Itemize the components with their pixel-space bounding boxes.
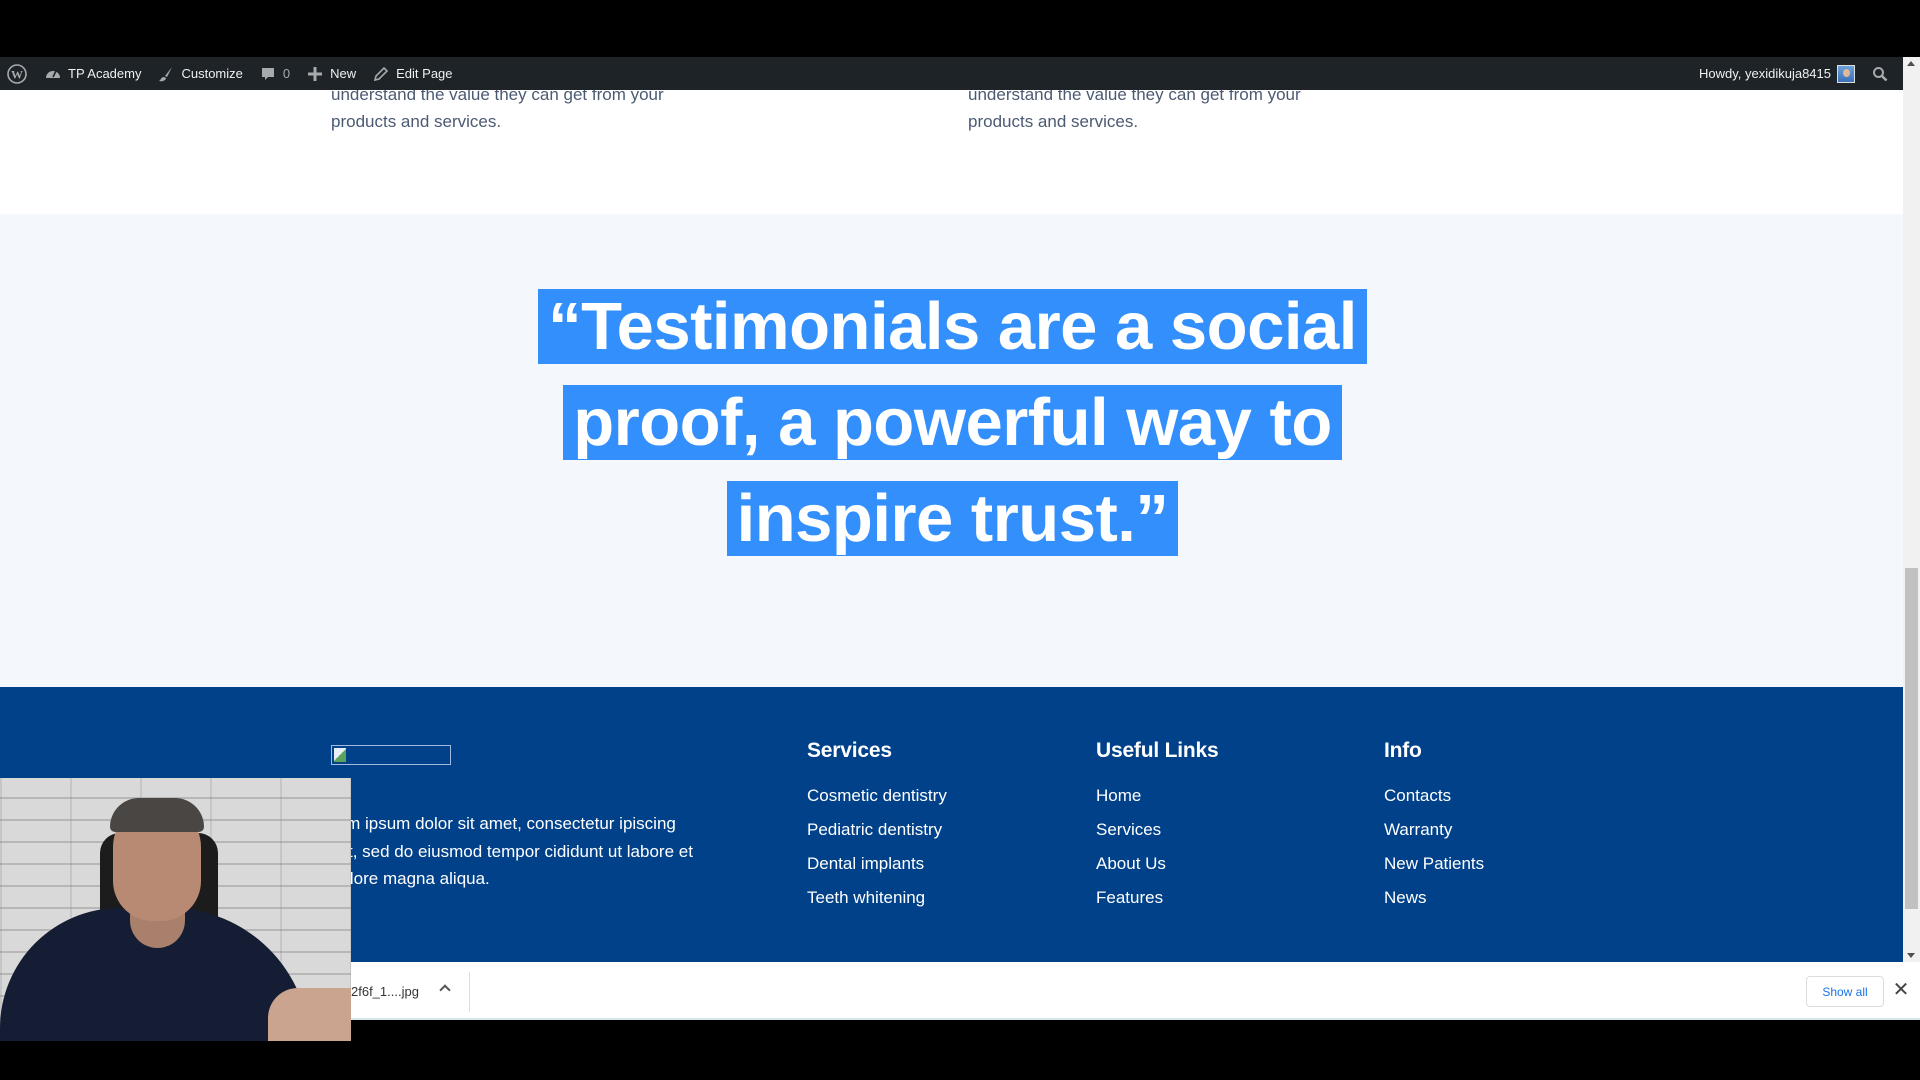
scroll-up-arrow-icon[interactable] — [1907, 61, 1915, 66]
show-all-downloads-button[interactable]: Show all — [1806, 976, 1884, 1007]
footer-link-teeth-whitening[interactable]: Teeth whitening — [807, 881, 947, 915]
footer-logo-broken-image[interactable] — [331, 745, 451, 765]
customize-label: Customize — [181, 66, 243, 81]
footer-link-services[interactable]: Services — [1096, 813, 1218, 847]
scrollbar-thumb[interactable] — [1905, 568, 1918, 909]
new-content-menu[interactable]: New — [298, 57, 364, 90]
footer-link-cosmetic-dentistry[interactable]: Cosmetic dentistry — [807, 779, 947, 813]
webcam-presenter-hair — [110, 798, 204, 832]
download-file-name: 2f6f_1....jpg — [351, 983, 419, 999]
admin-search-button[interactable] — [1863, 57, 1903, 90]
footer-about-text: rem ipsum dolor sit amet, consectetur ip… — [331, 814, 693, 888]
search-icon — [1871, 65, 1889, 83]
howdy-greeting: Howdy, yexidikuja8415 — [1699, 66, 1831, 81]
paintbrush-icon — [157, 65, 175, 83]
new-label: New — [330, 66, 357, 81]
site-name: TP Academy — [68, 66, 142, 81]
features-section: understand the value they can get from y… — [0, 90, 1903, 214]
edit-page-link[interactable]: Edit Page — [364, 57, 460, 90]
footer-link-about-us[interactable]: About Us — [1096, 847, 1218, 881]
comment-icon — [259, 65, 277, 83]
screen-top-black-band — [0, 0, 1920, 57]
testimonial-section: “Testimonials are a social proof, a powe… — [0, 214, 1903, 706]
comments-link[interactable]: 0 — [251, 57, 298, 90]
dashboard-icon — [44, 65, 62, 83]
footer-link-contacts[interactable]: Contacts — [1384, 779, 1484, 813]
scroll-down-arrow-icon[interactable] — [1907, 953, 1915, 958]
wp-logo-menu[interactable]: W — [0, 57, 36, 90]
page-scrollbar[interactable] — [1903, 57, 1920, 962]
download-item[interactable]: 2f6f_1....jpg — [351, 962, 469, 1020]
footer-link-warranty[interactable]: Warranty — [1384, 813, 1484, 847]
footer-column-title: Useful Links — [1096, 739, 1219, 762]
edit-page-label: Edit Page — [396, 66, 453, 81]
testimonial-quote: “Testimonials are a social proof, a powe… — [500, 279, 1405, 567]
footer-column-info: Info Contacts Warranty New Patients News — [1384, 739, 1484, 915]
avatar — [1837, 64, 1855, 83]
footer-link-pediatric-dentistry[interactable]: Pediatric dentistry — [807, 813, 947, 847]
wp-admin-bar: W TP Academy Customize 0 New Edit Page H… — [0, 57, 1903, 90]
svg-text:W: W — [11, 67, 23, 81]
footer-column-useful-links: Useful Links Home Services About Us Feat… — [1096, 739, 1219, 915]
footer-column-title: Info — [1384, 739, 1422, 762]
close-icon[interactable]: ✕ — [1892, 980, 1910, 1000]
comments-count: 0 — [282, 66, 291, 81]
feature-description-1: understand the value they can get from y… — [331, 90, 664, 131]
wordpress-logo-icon: W — [6, 63, 28, 85]
feature-description-2: understand the value they can get from y… — [968, 90, 1301, 131]
pencil-icon — [372, 65, 390, 83]
customize-link[interactable]: Customize — [149, 57, 250, 90]
footer-column-title: Services — [807, 739, 892, 762]
footer-column-services: Services Cosmetic dentistry Pediatric de… — [807, 739, 947, 915]
footer-link-features[interactable]: Features — [1096, 881, 1218, 915]
site-name-menu[interactable]: TP Academy — [36, 57, 149, 90]
divider — [469, 972, 470, 1012]
footer-link-new-patients[interactable]: New Patients — [1384, 847, 1484, 881]
footer-link-dental-implants[interactable]: Dental implants — [807, 847, 947, 881]
my-account-menu[interactable]: Howdy, yexidikuja8415 — [1691, 57, 1863, 90]
plus-icon — [306, 65, 324, 83]
footer-link-home[interactable]: Home — [1096, 779, 1218, 813]
webcam-presenter-arm — [268, 988, 351, 1041]
footer-link-news[interactable]: News — [1384, 881, 1484, 915]
webcam-overlay — [0, 778, 351, 1041]
selected-quote-text: “Testimonials are a social proof, a powe… — [538, 289, 1367, 556]
chevron-up-icon[interactable] — [439, 984, 451, 996]
